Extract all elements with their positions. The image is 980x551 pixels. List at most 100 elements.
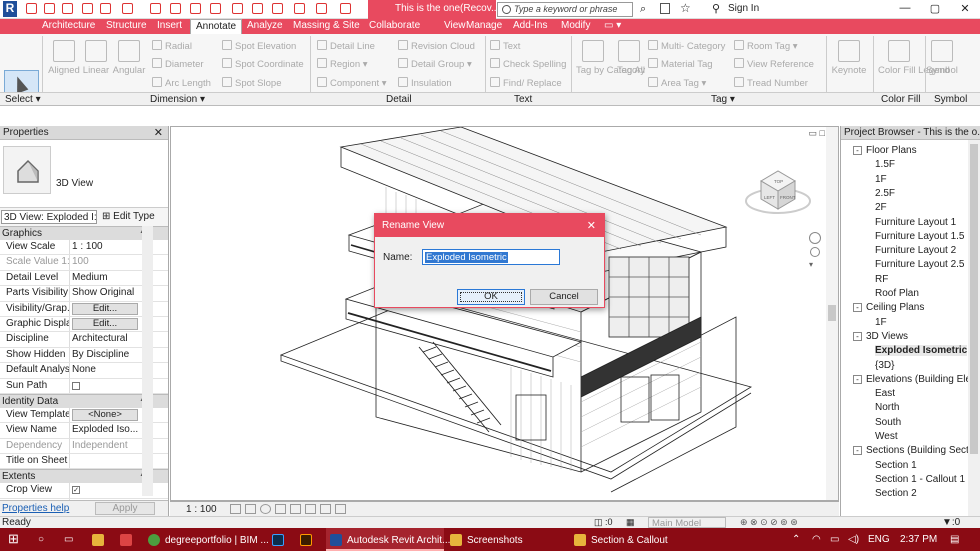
property-checkbox[interactable]: ✓ [72,486,80,495]
tab-manage[interactable]: Manage [466,20,502,31]
browser-item[interactable]: Furniture Layout 1.5 [875,231,965,242]
tray-chevron-icon[interactable]: ⌃ [792,534,800,545]
browser-item[interactable]: Furniture Layout 2 [875,245,956,256]
cancel-button[interactable]: Cancel [530,289,598,305]
dialog-close-icon[interactable]: ✕ [587,219,596,232]
browser-item[interactable]: Section 1 - Callout 1 [875,474,965,485]
switch-windows-icon[interactable] [316,3,327,14]
close-windows-icon[interactable] [294,3,305,14]
spot-slope-button[interactable]: Spot Slope [222,77,281,89]
search-input[interactable]: Type a keyword or phrase [497,2,633,17]
property-edit-button[interactable]: <None> [72,408,138,421]
browser-item[interactable]: 2.5F [875,188,895,199]
detail-line-button[interactable]: Detail Line [317,40,375,52]
browser-item[interactable]: Exploded Isometric [875,345,968,357]
customize-icon[interactable] [340,3,351,14]
sun-path-icon[interactable] [260,504,271,514]
print-icon[interactable] [122,3,133,14]
render-icon[interactable] [290,504,301,514]
tb-app-icon[interactable] [120,528,137,551]
multi-category-button[interactable]: Multi- Category [648,40,725,52]
visual-style-icon[interactable] [245,504,256,514]
browser-item[interactable]: Section 1 [875,460,917,471]
collapse-toggle-icon[interactable]: - [853,303,862,313]
revit-logo-icon[interactable]: R [3,1,17,17]
material-tag-button[interactable]: Material Tag [648,58,713,70]
measure-icon[interactable] [150,3,161,14]
binoculars-icon[interactable]: ⌕ [640,3,646,16]
browser-item[interactable]: Section 2 [875,488,917,499]
taskbar-photoshop[interactable] [272,528,289,551]
clock[interactable]: 2:37 PM [900,534,937,545]
property-value[interactable]: None [70,363,140,377]
angular-dimension-button[interactable]: Angular [111,40,147,77]
detail-group-button[interactable]: Detail Group ▾ [398,58,472,70]
tab-massing-site[interactable]: Massing & Site [293,20,360,31]
tag-panel-label[interactable]: Tag ▾ [711,94,735,105]
ribbon-minimize-icon[interactable]: ▭ ▾ [604,20,621,31]
taskbar-chrome[interactable]: degreeportfolio | BIM ... [148,528,269,551]
open-icon[interactable] [26,3,37,14]
property-value[interactable]: Show Original [70,286,140,300]
browser-item[interactable]: 1F [875,317,887,328]
browser-item[interactable]: Furniture Layout 2.5 [875,259,965,270]
collapse-toggle-icon[interactable]: - [853,446,862,456]
spot-elevation-button[interactable]: Spot Elevation [222,40,296,52]
property-value[interactable]: Architectural [70,332,140,346]
property-edit-button[interactable]: Edit... [72,302,138,315]
collapse-toggle-icon[interactable]: - [853,374,862,384]
subscription-icon[interactable] [660,3,670,14]
battery-icon[interactable]: ▭ [830,534,839,545]
properties-help-link[interactable]: Properties help [2,503,69,514]
dimension-panel-label[interactable]: Dimension ▾ [150,94,205,105]
maximize-view-icon[interactable]: □ [820,128,825,138]
insulation-button[interactable]: Insulation [398,77,452,89]
network-icon[interactable]: ◠ [812,534,821,545]
task-view-icon[interactable]: ▭ [64,528,73,551]
arc-length-button[interactable]: Arc Length [152,77,211,89]
browser-item[interactable]: West [875,431,898,442]
filter-icon[interactable]: ▼:0 [942,517,960,528]
browser-item[interactable]: North [875,402,899,413]
area-tag-button[interactable]: Area Tag ▾ [648,77,706,89]
text-icon[interactable] [210,3,221,14]
diameter-button[interactable]: Diameter [152,58,204,70]
browser-category[interactable]: - Floor Plans [853,145,917,156]
linear-dimension-button[interactable]: Linear [80,40,112,77]
taskbar-revit[interactable]: Autodesk Revit Archit... [326,528,450,551]
sign-in-link[interactable]: Sign In [728,3,759,14]
select-panel-label[interactable]: Select ▾ [5,94,41,105]
properties-scrollbar[interactable] [142,226,153,496]
tab-modify[interactable]: Modify [561,20,590,31]
browser-item[interactable]: RF [875,274,888,285]
shadows-icon[interactable] [275,504,286,514]
tab-view[interactable]: View [444,20,466,31]
restore-view-icon[interactable]: ▭ [808,128,817,138]
property-value[interactable]: By Discipline [70,348,140,362]
collapse-toggle-icon[interactable]: - [853,331,862,341]
text-button[interactable]: Text [490,40,520,52]
tab-structure[interactable]: Structure [106,20,147,31]
tag-by-category-button[interactable]: Tag by Category [576,40,645,77]
property-value[interactable]: 1 : 100 [70,240,140,254]
tab-architecture[interactable]: Architecture [42,20,95,31]
tab-annotate[interactable]: Annotate [190,19,243,34]
zoom-icon[interactable] [810,247,820,257]
taskbar-screenshots[interactable]: Screenshots [450,528,523,551]
browser-category[interactable]: - Ceiling Plans [853,302,924,313]
browser-category[interactable]: -3D Views [853,331,908,342]
taskbar-illustrator[interactable] [300,528,317,551]
hide-isolate-icon[interactable] [335,504,346,514]
room-tag-button[interactable]: Room Tag ▾ [734,40,798,52]
property-checkbox[interactable] [72,381,80,390]
tread-number-button[interactable]: Tread Number [734,77,808,89]
worksets-icon[interactable]: ◫ :0 [594,517,613,528]
view-reference-button[interactable]: View Reference [734,58,814,70]
view-cube[interactable]: TOP LEFT FRONT [743,159,813,219]
browser-item[interactable]: 2F [875,202,887,213]
browser-category[interactable]: - Sections (Building Section [853,445,980,456]
tab-collaborate[interactable]: Collaborate [369,20,420,31]
view-name-input[interactable]: Exploded Isometric [422,249,560,265]
keynote-button[interactable]: Keynote [830,40,868,77]
tag-icon[interactable] [190,3,201,14]
